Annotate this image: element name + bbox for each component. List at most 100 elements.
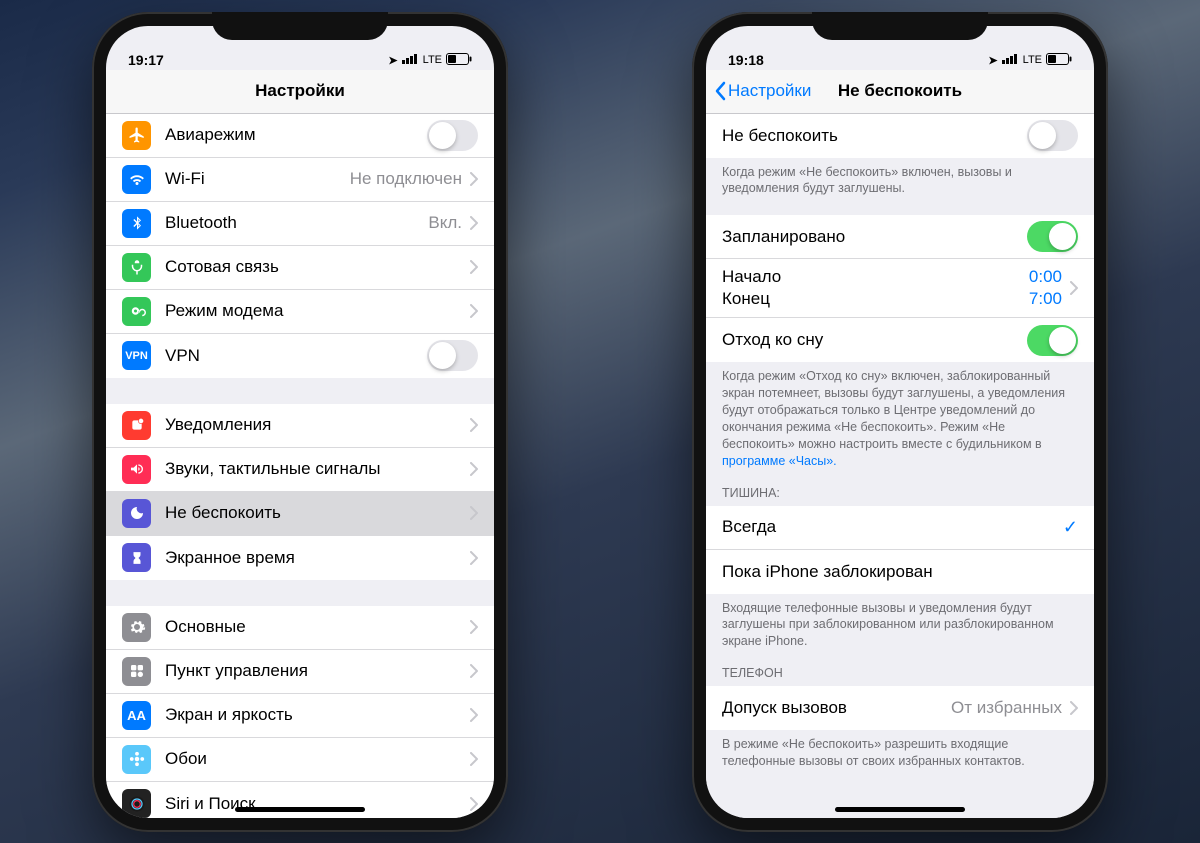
phone-left: 19:17 ➤ LTE Настройки АвиарежимWi-FiНе п… <box>92 12 508 832</box>
start-value: 0:00 <box>1029 267 1062 287</box>
toggle-dnd[interactable] <box>1027 120 1078 151</box>
nav-back-button[interactable]: Настройки <box>714 81 811 101</box>
row-label: Экран и яркость <box>165 705 462 725</box>
dnd-settings[interactable]: Не беспокоить Когда режим «Не беспокоить… <box>706 114 1094 818</box>
signal-icon <box>402 53 419 67</box>
row-time-range[interactable]: Начало 0:00 Конец 7:00 <box>706 259 1094 318</box>
row-label: Bluetooth <box>165 213 428 233</box>
row-label: Авиарежим <box>165 125 427 145</box>
row-cellular[interactable]: Сотовая связь <box>106 246 494 290</box>
home-indicator[interactable] <box>835 807 965 812</box>
row-dnd[interactable]: Не беспокоить <box>106 492 494 536</box>
row-value: Не подключен <box>350 169 462 189</box>
row-screentime[interactable]: Экранное время <box>106 536 494 580</box>
nav-bar: Настройки <box>106 70 494 114</box>
row-allow-calls[interactable]: Допуск вызовов От избранных <box>706 686 1094 730</box>
row-siri[interactable]: Siri и Поиск <box>106 782 494 818</box>
footer-text: Когда режим «Не беспокоить» включен, выз… <box>706 158 1094 202</box>
row-airplane[interactable]: Авиарежим <box>106 114 494 158</box>
row-controlcenter[interactable]: Пункт управления <box>106 650 494 694</box>
row-display[interactable]: AAЭкран и яркость <box>106 694 494 738</box>
chevron-right-icon <box>470 752 478 766</box>
screentime-icon <box>122 543 151 572</box>
cellular-icon <box>122 253 151 282</box>
row-label: VPN <box>165 346 427 366</box>
row-wallpaper[interactable]: Обои <box>106 738 494 782</box>
chevron-right-icon <box>470 708 478 722</box>
settings-list[interactable]: АвиарежимWi-FiНе подключенBluetoothВкл.С… <box>106 114 494 818</box>
time-range: Начало 0:00 Конец 7:00 <box>722 267 1062 309</box>
cell-label: LTE <box>423 54 442 66</box>
vpn-icon: VPN <box>122 341 151 370</box>
row-label: Основные <box>165 617 462 637</box>
row-label: Пункт управления <box>165 661 462 681</box>
phone-right: 19:18 ➤ LTE Настройки Не беспокоить <box>692 12 1108 832</box>
row-label: Режим модема <box>165 301 462 321</box>
row-wifi[interactable]: Wi-FiНе подключен <box>106 158 494 202</box>
chevron-right-icon <box>470 172 478 186</box>
siri-icon <box>122 789 151 818</box>
chevron-right-icon <box>1070 281 1078 295</box>
home-indicator[interactable] <box>235 807 365 812</box>
toggle-bedtime[interactable] <box>1027 325 1078 356</box>
chevron-right-icon <box>470 797 478 811</box>
row-notifications[interactable]: Уведомления <box>106 404 494 448</box>
end-value: 7:00 <box>1029 289 1062 309</box>
chevron-right-icon <box>470 304 478 318</box>
hotspot-icon <box>122 297 151 326</box>
row-dnd-toggle[interactable]: Не беспокоить <box>706 114 1094 158</box>
location-icon: ➤ <box>388 54 397 67</box>
row-general[interactable]: Основные <box>106 606 494 650</box>
row-label: Обои <box>165 749 462 769</box>
footer-text: Входящие телефонные вызовы и уведомления… <box>706 594 1094 655</box>
checkmark-icon: ✓ <box>1063 517 1078 538</box>
cell-label: LTE <box>1023 54 1042 66</box>
status-right: ➤ LTE <box>388 53 472 68</box>
row-label: Сотовая связь <box>165 257 462 277</box>
row-scheduled[interactable]: Запланировано <box>706 215 1094 259</box>
chevron-right-icon <box>470 418 478 432</box>
nav-title: Не беспокоить <box>838 81 962 101</box>
location-icon: ➤ <box>988 54 997 67</box>
row-sounds[interactable]: Звуки, тактильные сигналы <box>106 448 494 492</box>
general-icon <box>122 613 151 642</box>
chevron-right-icon <box>470 462 478 476</box>
status-right: ➤ LTE <box>988 53 1072 68</box>
end-label: Конец <box>722 289 770 309</box>
section-header-phone: Телефон <box>706 654 1094 686</box>
row-bluetooth[interactable]: BluetoothВкл. <box>106 202 494 246</box>
nav-title: Настройки <box>255 81 345 101</box>
wallpaper-icon <box>122 745 151 774</box>
row-label: Пока iPhone заблокирован <box>722 562 1078 582</box>
battery-icon <box>1046 53 1072 68</box>
footer-text: В режиме «Не беспокоить» разрешить входя… <box>706 730 1094 800</box>
start-label: Начало <box>722 267 781 287</box>
row-while-locked[interactable]: Пока iPhone заблокирован <box>706 550 1094 594</box>
row-label: Экранное время <box>165 548 462 568</box>
section-header-silence: Тишина: <box>706 474 1094 506</box>
row-label: Не беспокоить <box>722 126 1027 146</box>
row-bedtime[interactable]: Отход ко сну <box>706 318 1094 362</box>
screen-left: 19:17 ➤ LTE Настройки АвиарежимWi-FiНе п… <box>106 26 494 818</box>
toggle-scheduled[interactable] <box>1027 221 1078 252</box>
row-always[interactable]: Всегда ✓ <box>706 506 1094 550</box>
toggle-vpn[interactable] <box>427 340 478 371</box>
wifi-icon <box>122 165 151 194</box>
row-label: Запланировано <box>722 227 1027 247</box>
notifications-icon <box>122 411 151 440</box>
bluetooth-icon <box>122 209 151 238</box>
screen-right: 19:18 ➤ LTE Настройки Не беспокоить <box>706 26 1094 818</box>
chevron-right-icon <box>1070 701 1078 715</box>
row-hotspot[interactable]: Режим модема <box>106 290 494 334</box>
row-label: Не беспокоить <box>165 503 462 523</box>
row-vpn[interactable]: VPN VPN <box>106 334 494 378</box>
row-label: Wi-Fi <box>165 169 350 189</box>
sounds-icon <box>122 455 151 484</box>
notch <box>212 12 388 40</box>
chevron-right-icon <box>470 664 478 678</box>
clock-app-link[interactable]: программе «Часы». <box>722 454 837 468</box>
nav-back-label: Настройки <box>728 81 811 101</box>
row-label: Отход ко сну <box>722 330 1027 350</box>
chevron-right-icon <box>470 216 478 230</box>
toggle-airplane[interactable] <box>427 120 478 151</box>
